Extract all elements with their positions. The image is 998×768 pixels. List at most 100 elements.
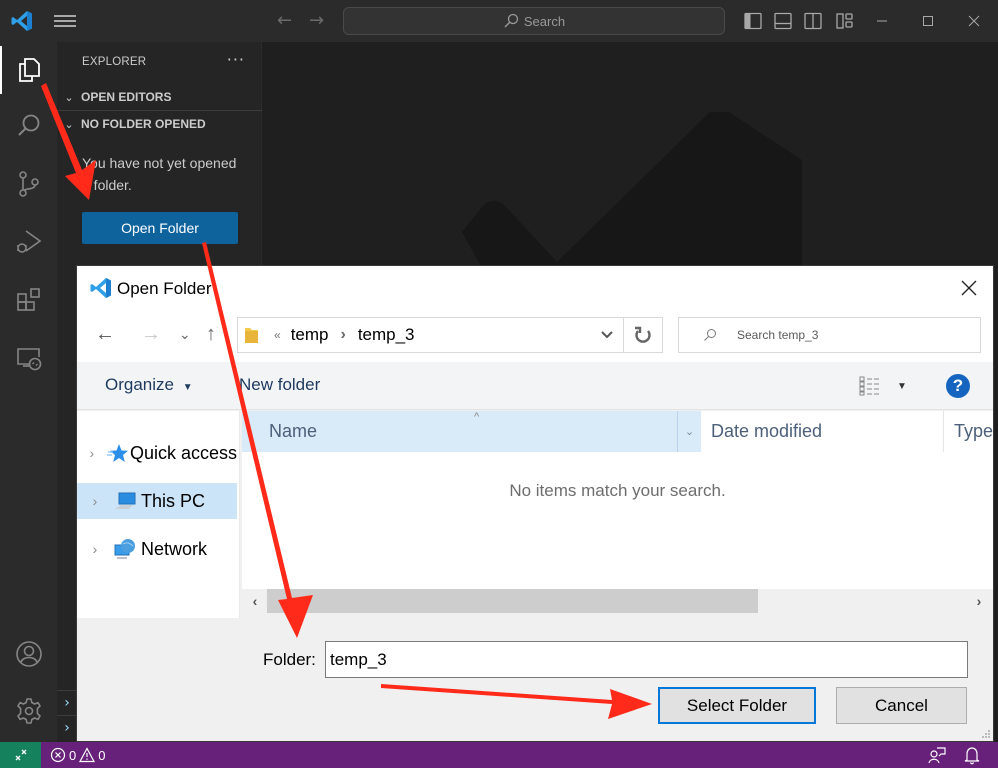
- forward-arrow-icon[interactable]: →: [309, 11, 324, 31]
- folder-name-input[interactable]: [325, 641, 968, 678]
- no-folder-message: You have not yet opened a folder.: [82, 155, 237, 193]
- breadcrumb-item[interactable]: temp_3: [358, 325, 415, 345]
- dialog-close-icon[interactable]: [959, 278, 979, 298]
- close-icon: [968, 15, 980, 27]
- column-header-date-modified[interactable]: Date modified: [701, 411, 944, 452]
- dialog-toolbar: Organize ▼ New folder ▼ ?: [77, 362, 993, 410]
- section-open-editors[interactable]: ⌄ OPEN EDITORS: [57, 84, 262, 110]
- forward-button[interactable]: →: [141, 324, 161, 344]
- activity-manage[interactable]: [0, 687, 57, 735]
- open-folder-button[interactable]: Open Folder: [82, 212, 238, 244]
- column-header-name[interactable]: Name ^: [242, 411, 677, 452]
- caret-down-icon: ▼: [897, 380, 907, 392]
- collapsed-section-toggle[interactable]: ›: [57, 715, 77, 739]
- more-actions-button[interactable]: ···: [227, 50, 245, 69]
- activity-extensions[interactable]: [0, 276, 57, 324]
- activity-run-debug[interactable]: [0, 218, 57, 266]
- maximize-icon: [923, 16, 933, 26]
- folder-search-input[interactable]: Search temp_3: [678, 317, 981, 353]
- caret-down-icon: ▼: [182, 382, 193, 393]
- menu-line: [54, 15, 76, 17]
- organize-button[interactable]: Organize ▼: [105, 375, 193, 395]
- expand-chevron-icon[interactable]: ›: [77, 445, 107, 461]
- column-header-type[interactable]: Type: [944, 411, 993, 452]
- section-label: OPEN EDITORS: [81, 90, 172, 104]
- source-control-icon: [18, 171, 39, 197]
- scroll-right-icon[interactable]: ›: [969, 591, 989, 611]
- refresh-icon: [635, 326, 651, 343]
- tree-item-this-pc[interactable]: › This PC: [77, 483, 237, 519]
- back-button[interactable]: ←: [95, 324, 115, 344]
- tree-item-network[interactable]: › Network: [77, 531, 237, 567]
- close-window-button[interactable]: [962, 10, 986, 32]
- address-history-dropdown[interactable]: [591, 317, 623, 353]
- file-list: Name ^ ⌄ Date modified Type No items mat…: [242, 411, 993, 589]
- computer-icon: [115, 492, 136, 509]
- toggle-secondary-sidebar-icon[interactable]: [803, 11, 823, 31]
- dialog-title: Open Folder: [117, 279, 212, 298]
- refresh-button[interactable]: [623, 317, 663, 353]
- empty-list-message: No items match your search.: [509, 481, 726, 500]
- remote-indicator[interactable]: [0, 742, 41, 768]
- vscode-logo-icon: [11, 11, 32, 31]
- resize-grip-icon[interactable]: [981, 729, 991, 739]
- activity-accounts[interactable]: [0, 630, 57, 678]
- maximize-button[interactable]: [916, 10, 940, 32]
- search-icon: [704, 329, 716, 341]
- select-folder-button[interactable]: Select Folder: [658, 687, 816, 724]
- chevron-down-icon: ⌄: [64, 118, 74, 131]
- activity-remote-explorer[interactable]: [0, 334, 57, 382]
- files-icon: [18, 58, 40, 82]
- expand-chevron-icon[interactable]: ›: [77, 493, 113, 509]
- new-folder-button[interactable]: New folder: [239, 375, 320, 395]
- activity-search[interactable]: [0, 102, 57, 150]
- minimize-button[interactable]: [870, 10, 894, 32]
- up-button[interactable]: ↑: [206, 324, 216, 344]
- help-button[interactable]: ?: [946, 374, 970, 398]
- folder-label: Folder:: [263, 650, 316, 669]
- warning-count: 0: [98, 747, 106, 763]
- account-icon: [15, 641, 42, 667]
- scroll-left-icon[interactable]: ‹: [245, 591, 265, 611]
- column-filter-dropdown[interactable]: ⌄: [677, 411, 701, 452]
- feedback-icon[interactable]: [927, 745, 947, 765]
- horizontal-scrollbar[interactable]: ‹ ›: [242, 589, 993, 613]
- expand-chevron-icon[interactable]: ›: [77, 541, 113, 557]
- breadcrumb-item[interactable]: temp: [291, 325, 329, 345]
- breadcrumb-separator: ›: [340, 326, 346, 343]
- scrollbar-thumb[interactable]: [267, 589, 758, 613]
- column-label: Name: [269, 421, 318, 441]
- tree-item-quick-access[interactable]: › Quick access: [77, 435, 237, 471]
- change-view-button[interactable]: ▼: [859, 376, 907, 396]
- notifications-bell-icon[interactable]: [962, 745, 982, 765]
- customize-layout-icon[interactable]: [835, 11, 855, 31]
- section-no-folder-opened[interactable]: ⌄ NO FOLDER OPENED: [57, 111, 262, 137]
- back-arrow-icon[interactable]: ←: [277, 11, 292, 31]
- navigation-pane: › Quick access › This PC › Network: [77, 411, 240, 618]
- recent-locations-button[interactable]: ⌄: [179, 324, 191, 344]
- network-icon: [114, 539, 135, 559]
- collapsed-section-toggle[interactable]: ›: [57, 690, 77, 714]
- application-menu-button[interactable]: [54, 12, 76, 30]
- activity-bar: [0, 42, 57, 742]
- problems-indicator[interactable]: 0 0: [50, 742, 105, 768]
- tree-item-label: This PC: [141, 490, 206, 511]
- run-debug-icon: [16, 230, 41, 253]
- tree-item-label: Quick access: [129, 442, 237, 463]
- cancel-button[interactable]: Cancel: [836, 687, 967, 724]
- activity-explorer[interactable]: [0, 46, 57, 94]
- minimize-icon: [877, 20, 887, 22]
- folder-icon: [245, 328, 258, 343]
- toggle-panel-icon[interactable]: [773, 11, 793, 31]
- toggle-primary-sidebar-icon[interactable]: [743, 11, 763, 31]
- search-icon: [504, 13, 519, 28]
- breadcrumb-overflow[interactable]: «: [274, 328, 281, 342]
- error-count: 0: [69, 747, 77, 763]
- activity-source-control[interactable]: [0, 160, 57, 208]
- command-center-search[interactable]: Search: [343, 7, 725, 35]
- open-folder-dialog: Open Folder ← → ⌄ ↑ « temp › temp_3 Sear…: [76, 265, 994, 742]
- vscode-logo-icon: [90, 278, 111, 298]
- search-placeholder: Search temp_3: [737, 328, 819, 342]
- sort-ascending-icon: ^: [474, 411, 480, 423]
- chevron-down-icon: ⌄: [64, 91, 74, 104]
